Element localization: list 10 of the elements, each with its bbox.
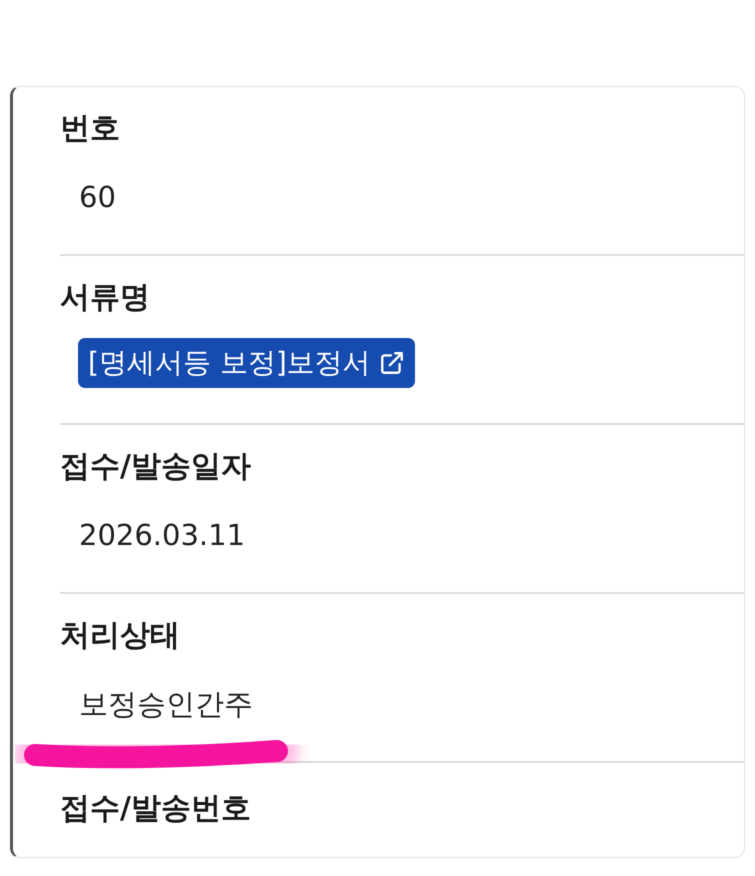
- field-label: 접수/발송번호: [60, 790, 251, 828]
- field-value: 60: [79, 179, 116, 216]
- document-link[interactable]: [명세서등 보정]보정서: [78, 338, 415, 388]
- external-link-icon: [378, 350, 405, 376]
- field-label: 처리상태: [60, 617, 180, 655]
- field-label: 번호: [60, 110, 120, 148]
- field-label: 서류명: [60, 279, 150, 317]
- field-label: 접수/발송일자: [60, 448, 251, 486]
- field-value: 보정승인간주: [79, 686, 253, 723]
- field-value: 2026.03.11: [79, 517, 246, 554]
